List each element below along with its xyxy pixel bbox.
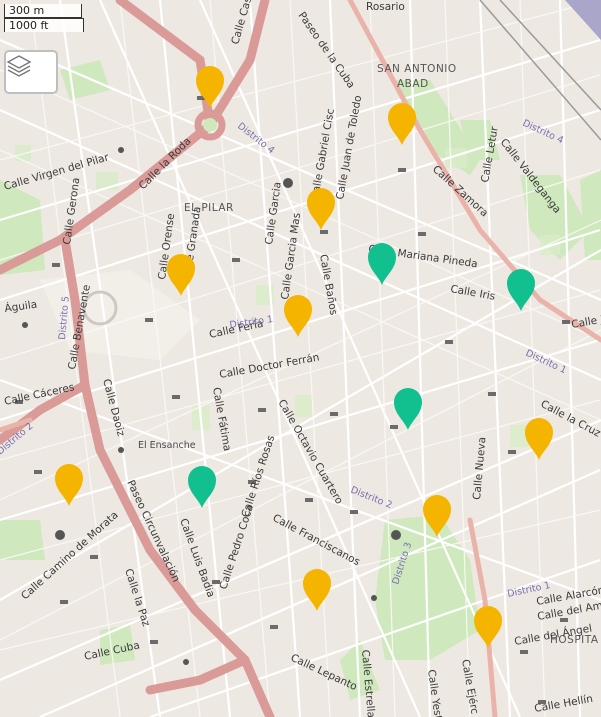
map-marker-orange[interactable] xyxy=(388,103,416,145)
map-marker-teal[interactable] xyxy=(394,388,422,430)
map-marker-orange[interactable] xyxy=(167,254,195,296)
map-marker-orange[interactable] xyxy=(474,606,502,648)
map-marker-orange[interactable] xyxy=(303,569,331,611)
map-canvas[interactable]: SAN ANTONIO ABAD EL PILAR El Ensanche HO… xyxy=(0,0,601,717)
map-marker-orange[interactable] xyxy=(284,295,312,337)
markers-layer xyxy=(55,66,553,648)
map-marker-orange[interactable] xyxy=(196,66,224,108)
map-marker-orange[interactable] xyxy=(55,464,83,506)
map-marker-orange[interactable] xyxy=(307,188,335,230)
map-marker-teal[interactable] xyxy=(188,466,216,508)
map-marker-orange[interactable] xyxy=(423,495,451,537)
layers-button[interactable] xyxy=(4,50,58,94)
map-marker-teal[interactable] xyxy=(507,269,535,311)
scale-imperial: 1000 ft xyxy=(4,18,84,32)
map-marker-teal[interactable] xyxy=(368,243,396,285)
map-marker-orange[interactable] xyxy=(525,418,553,460)
scale-bar: 300 m 1000 ft xyxy=(4,4,84,32)
scale-metric: 300 m xyxy=(4,4,82,18)
